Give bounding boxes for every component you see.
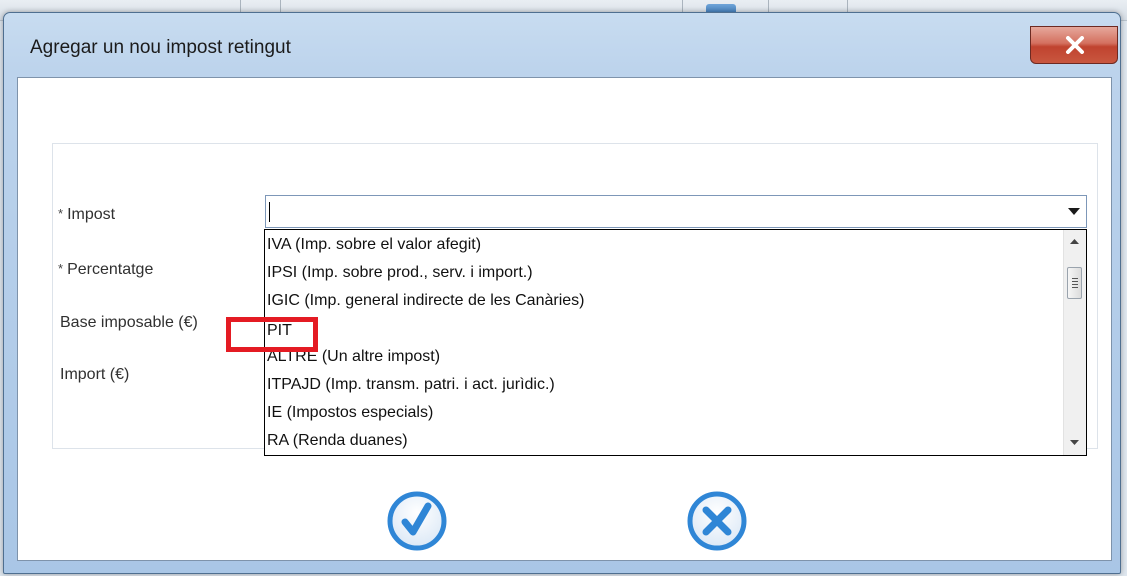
dropdown-option-ie[interactable]: IE (Impostos especials) [267, 402, 433, 425]
import-label: Import (€) [60, 366, 130, 383]
text-caret [269, 202, 270, 222]
pit-highlight-box [226, 317, 318, 352]
dropdown-option-itpajd[interactable]: ITPAJD (Imp. transm. patri. i act. jurìd… [267, 374, 555, 397]
dropdown-option-ipsi[interactable]: IPSI (Imp. sobre prod., serv. i import.) [267, 262, 533, 285]
impost-select[interactable] [265, 195, 1087, 228]
thumb-grip [1072, 284, 1078, 285]
impost-label-text: Impost [67, 206, 116, 223]
dropdown-option-igic[interactable]: IGIC (Imp. general indirecte de les Canà… [267, 290, 584, 313]
x-circle-icon [687, 491, 747, 551]
scroll-down-icon [1070, 440, 1079, 445]
dropdown-scrollbar[interactable] [1063, 230, 1086, 455]
percentatge-label-text: Percentatge [67, 261, 154, 278]
thumb-grip [1072, 281, 1078, 282]
required-mark: * [58, 261, 64, 276]
dialog-title: Agregar un nou impost retingut [30, 37, 291, 58]
percentatge-label: * Percentatge [58, 261, 153, 279]
dropdown-option-ra[interactable]: RA (Renda duanes) [267, 430, 408, 453]
confirm-button[interactable] [386, 490, 448, 552]
thumb-grip [1072, 278, 1078, 279]
scrollbar-thumb[interactable] [1067, 267, 1082, 299]
checkmark-circle-icon [387, 491, 447, 551]
impost-label: * Impost [58, 206, 115, 224]
scroll-up-button[interactable] [1064, 232, 1085, 252]
base-imposable-label: Base imposable (€) [60, 314, 198, 331]
impost-dropdown-button[interactable] [1060, 196, 1086, 227]
scroll-up-icon [1070, 239, 1079, 244]
thumb-grip [1072, 287, 1078, 288]
close-button[interactable] [1030, 26, 1118, 64]
scroll-down-button[interactable] [1064, 433, 1085, 453]
close-x-icon [1066, 36, 1084, 54]
chevron-down-icon [1068, 208, 1080, 215]
cancel-button[interactable] [686, 490, 748, 552]
dropdown-option-iva[interactable]: IVA (Imp. sobre el valor afegit) [267, 234, 481, 257]
impost-dropdown-list: IVA (Imp. sobre el valor afegit) IPSI (I… [264, 229, 1087, 456]
required-mark: * [58, 206, 64, 221]
